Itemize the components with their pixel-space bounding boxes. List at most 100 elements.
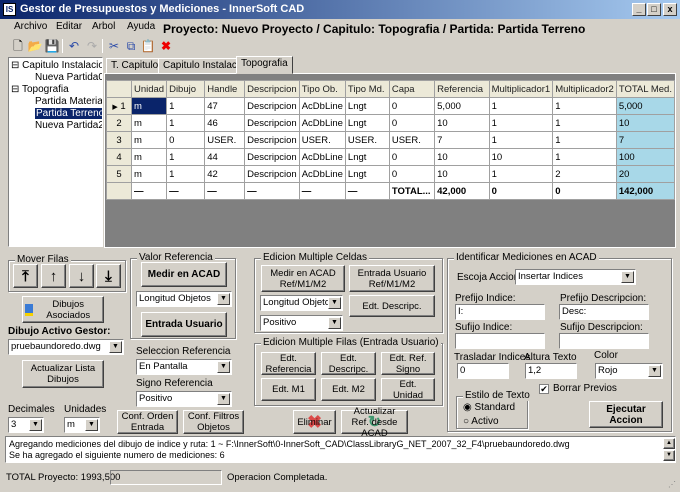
altura-texto-input[interactable]: 1,2 bbox=[525, 363, 577, 379]
redo-icon[interactable]: ↷ bbox=[84, 38, 100, 54]
table-cell[interactable]: 7 bbox=[615, 131, 676, 149]
table-row[interactable]: ▶ 1 m 1 47 Descripcion AcDbLine Lngt 0 5,000 1 1 5,… bbox=[106, 97, 676, 115]
table-cell[interactable]: 0 bbox=[388, 97, 436, 115]
radio-checked-icon[interactable]: ◉ bbox=[463, 402, 472, 413]
seleccion-referencia-select[interactable]: En Pantalla ▼ bbox=[136, 359, 232, 375]
table-cell[interactable]: 42 bbox=[204, 165, 246, 183]
chevron-down-icon[interactable]: ▼ bbox=[328, 317, 341, 329]
table-cell[interactable]: 0 bbox=[388, 114, 436, 132]
menu-archivo[interactable]: Archivo bbox=[14, 21, 47, 32]
prefijo-descripcion-input[interactable]: Desc: bbox=[559, 304, 649, 320]
table-cell[interactable]: 10 bbox=[488, 148, 554, 166]
edt-ref-signo-button[interactable]: Edt. Ref. Signo bbox=[381, 352, 435, 375]
table-cell[interactable]: Descripcion bbox=[244, 131, 300, 149]
table-cell[interactable]: AcDbLine bbox=[298, 165, 346, 183]
chevron-down-icon[interactable]: ▼ bbox=[109, 341, 122, 353]
table-cell[interactable]: 7 bbox=[434, 131, 490, 149]
menu-editar[interactable]: Editar bbox=[56, 21, 82, 32]
table-cell[interactable]: 10 bbox=[434, 114, 490, 132]
column-header[interactable]: Dibujo bbox=[166, 80, 206, 98]
table-cell[interactable]: 1 bbox=[488, 165, 554, 183]
table-cell[interactable]: 1 bbox=[166, 148, 206, 166]
table-cell[interactable]: 2 bbox=[552, 165, 617, 183]
prefijo-indice-input[interactable]: I: bbox=[455, 304, 545, 320]
table-cell[interactable]: Descripcion bbox=[244, 165, 300, 183]
chevron-down-icon[interactable]: ▼ bbox=[85, 419, 98, 431]
escoja-accion-select[interactable]: Insertar Indices ▼ bbox=[515, 269, 636, 285]
table-cell[interactable]: Descripcion bbox=[244, 97, 300, 115]
column-header[interactable]: Capa bbox=[388, 80, 436, 98]
signo-referencia-select[interactable]: Positivo ▼ bbox=[136, 391, 232, 407]
tree-node-nueva-partida0[interactable]: Nueva Partida0 bbox=[11, 72, 102, 84]
multi-tipo-select[interactable]: Longitud Objetos ▼ bbox=[260, 295, 343, 311]
borrar-previos-checkbox[interactable]: ✔ bbox=[539, 384, 549, 394]
table-cell[interactable]: 5,000 bbox=[615, 97, 676, 115]
entrada-usuario-button[interactable]: Entrada Usuario bbox=[141, 312, 227, 337]
table-row[interactable]: 2 m 1 46 Descripcion AcDbLine Lngt 0 10 1 1 10 bbox=[106, 114, 676, 132]
table-cell[interactable]: Descripcion bbox=[244, 148, 300, 166]
move-up-button[interactable]: ↑ bbox=[41, 264, 66, 288]
project-tree[interactable]: ⊟ Capitulo Instalacion Nueva Partida0 ⊟ … bbox=[8, 57, 103, 247]
table-cell[interactable]: 1 bbox=[488, 97, 554, 115]
menu-ayuda[interactable]: Ayuda bbox=[127, 21, 155, 32]
table-cell[interactable]: Lngt bbox=[344, 148, 390, 166]
new-file-icon[interactable]: 🗋 bbox=[10, 38, 26, 54]
color-select[interactable]: Rojo ▼ bbox=[595, 363, 663, 379]
tipo-medicion-select[interactable]: Longitud Objetos ▼ bbox=[136, 291, 232, 307]
table-cell[interactable]: USER. bbox=[344, 131, 390, 149]
table-cell[interactable]: Descripcion bbox=[244, 114, 300, 132]
menu-arbol[interactable]: Arbol bbox=[92, 21, 115, 32]
table-cell[interactable]: AcDbLine bbox=[298, 97, 346, 115]
entrada-usuario-ref-m1-m2-button[interactable]: Entrada Usuario Ref/M1/M2 bbox=[349, 265, 435, 292]
mediciones-table[interactable]: Unidad Dibujo Handle Descripcion Tipo Ob. Tip… bbox=[106, 80, 676, 200]
table-cell[interactable]: 20 bbox=[615, 165, 676, 183]
table-cell[interactable]: 1 bbox=[166, 114, 206, 132]
table-cell[interactable]: 1 bbox=[488, 114, 554, 132]
table-cell[interactable]: 1 bbox=[552, 148, 617, 166]
column-header[interactable]: Unidad bbox=[130, 80, 168, 98]
column-header[interactable]: Tipo Md. bbox=[344, 80, 390, 98]
tree-node-partida-material[interactable]: Partida Material bbox=[11, 96, 102, 108]
radio-standard[interactable]: ◉ Standard bbox=[463, 402, 515, 413]
table-cell[interactable]: USER. bbox=[204, 131, 246, 149]
edt-unidad-button[interactable]: Edt. Unidad bbox=[381, 378, 435, 401]
tab-topografia[interactable]: Topografia bbox=[236, 56, 293, 74]
column-header[interactable]: Descripcion bbox=[244, 80, 300, 98]
table-cell[interactable]: Lngt bbox=[344, 114, 390, 132]
column-header[interactable]: Multiplicador2 bbox=[552, 80, 617, 98]
tree-node-topografia[interactable]: ⊟ Topografia bbox=[11, 84, 100, 96]
row-header[interactable]: 5 bbox=[106, 165, 132, 183]
table-cell[interactable]: 44 bbox=[204, 148, 246, 166]
table-cell[interactable]: m bbox=[130, 97, 168, 115]
conf-filtros-objetos-button[interactable]: Conf. Filtros Objetos bbox=[183, 410, 244, 434]
table-cell[interactable]: 1 bbox=[488, 131, 554, 149]
close-button[interactable]: x bbox=[663, 3, 677, 16]
delete-icon[interactable]: ✖ bbox=[158, 38, 174, 54]
table-cell[interactable]: 1 bbox=[552, 131, 617, 149]
column-header[interactable]: Multiplicador1 bbox=[488, 80, 554, 98]
table-cell[interactable]: Lngt bbox=[344, 97, 390, 115]
edt-descripc-button[interactable]: Edt. Descripc. bbox=[349, 295, 435, 317]
chevron-down-icon[interactable]: ▼ bbox=[648, 365, 661, 377]
move-bottom-button[interactable]: ⤓ bbox=[96, 264, 121, 288]
radio-activo[interactable]: ○ Activo bbox=[463, 416, 499, 427]
table-cell[interactable]: AcDbLine bbox=[298, 148, 346, 166]
tree-node-capitulo-instalacion[interactable]: ⊟ Capitulo Instalacion bbox=[11, 60, 102, 72]
edt-m2-button[interactable]: Edt. M2 bbox=[321, 378, 376, 401]
table-cell[interactable]: 10 bbox=[434, 165, 490, 183]
table-cell[interactable]: 46 bbox=[204, 114, 246, 132]
table-cell[interactable]: AcDbLine bbox=[298, 114, 346, 132]
table-cell[interactable]: USER. bbox=[298, 131, 346, 149]
chevron-down-icon[interactable]: ▼ bbox=[328, 297, 341, 309]
chevron-down-icon[interactable]: ▼ bbox=[217, 361, 230, 373]
column-header[interactable]: Referencia bbox=[434, 80, 490, 98]
table-cell[interactable]: m bbox=[130, 114, 168, 132]
table-cell[interactable]: 1 bbox=[166, 97, 206, 115]
table-cell[interactable]: 0 bbox=[388, 148, 436, 166]
actualizar-ref-button[interactable]: ↻ Actualizar Ref. desde ACAD bbox=[341, 406, 408, 439]
table-cell[interactable]: 5,000 bbox=[434, 97, 490, 115]
table-cell[interactable]: 10 bbox=[615, 114, 676, 132]
chevron-down-icon[interactable]: ▼ bbox=[621, 271, 634, 283]
column-header[interactable]: TOTAL Med. bbox=[615, 80, 676, 98]
minimize-button[interactable]: _ bbox=[632, 3, 646, 16]
